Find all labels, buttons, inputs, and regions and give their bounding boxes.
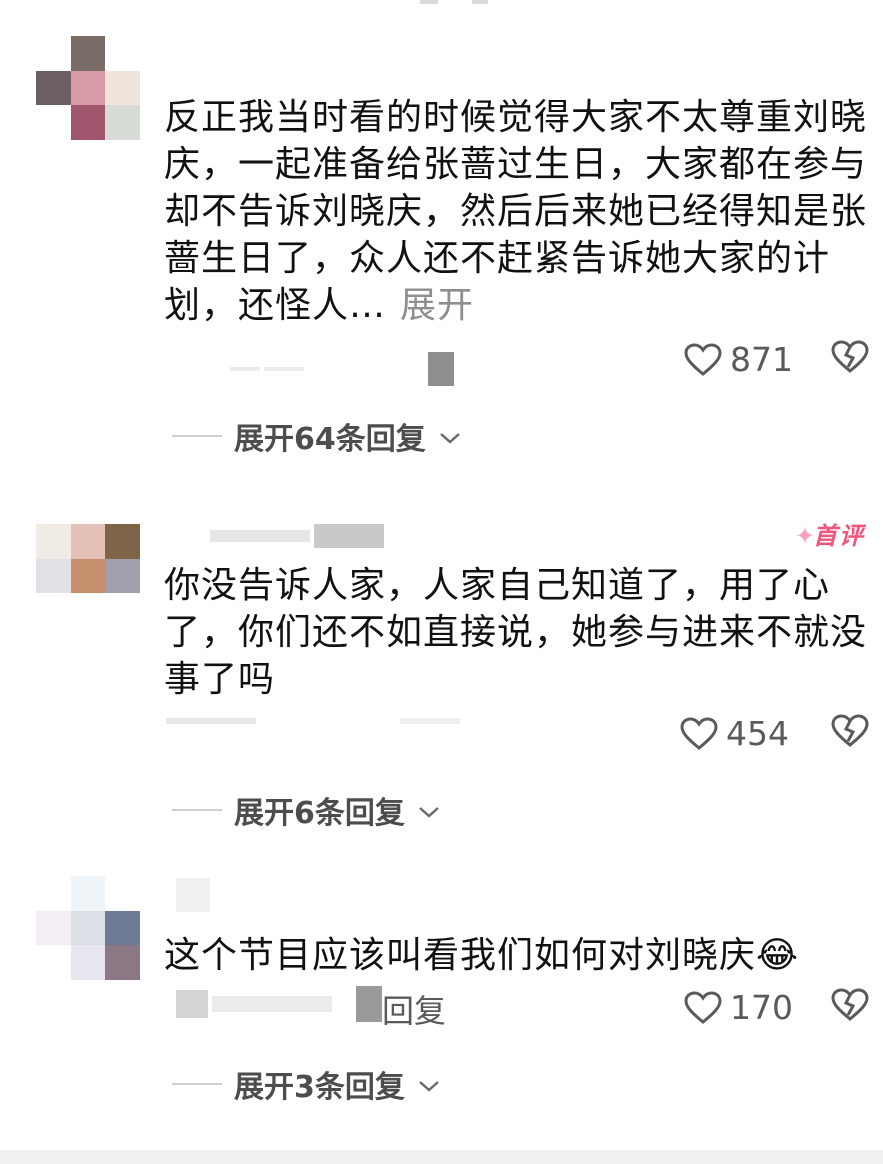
- heart-outline-icon: [684, 342, 722, 377]
- expand-replies-button[interactable]: 展开6条回复: [172, 788, 441, 832]
- avatar[interactable]: [36, 876, 140, 980]
- like-count: 454: [726, 714, 789, 753]
- divider-line: [172, 435, 222, 437]
- divider-line: [172, 809, 222, 811]
- broken-heart-icon: [831, 988, 869, 1022]
- broken-heart-icon: [831, 340, 869, 374]
- replies-label: 展开3条回复: [234, 1070, 405, 1105]
- dislike-button[interactable]: [831, 340, 869, 374]
- username-blurred: [176, 878, 210, 912]
- expand-link[interactable]: 展开: [400, 285, 474, 326]
- comment-meta-blurred: [176, 986, 382, 1022]
- heart-outline-icon: [684, 990, 722, 1025]
- cropped-top-edge: [420, 0, 490, 6]
- comment-body: 反正我当时看的时候觉得大家不太尊重刘晓庆，一起准备给张蔷过生日，大家都在参与却不…: [164, 97, 868, 326]
- comment-text: 你没告诉人家，人家自己知道了，用了心了，你们还不如直接说，她参与进来不就没事了吗: [164, 562, 874, 703]
- chevron-down-icon: [417, 793, 441, 828]
- dislike-button[interactable]: [831, 988, 869, 1022]
- divider-line: [172, 1083, 222, 1085]
- comment-meta-blurred: [230, 352, 454, 386]
- replies-label: 展开6条回复: [234, 796, 405, 831]
- broken-heart-icon: [831, 714, 869, 748]
- bottom-divider: [0, 1150, 883, 1164]
- expand-replies-button[interactable]: 展开64条回复: [172, 414, 462, 458]
- like-button[interactable]: 170: [684, 988, 793, 1027]
- reply-link[interactable]: 回复: [382, 986, 446, 1032]
- heart-outline-icon: [680, 716, 718, 751]
- comment-text: 反正我当时看的时候觉得大家不太尊重刘晓庆，一起准备给张蔷过生日，大家都在参与却不…: [164, 94, 874, 329]
- avatar[interactable]: [36, 524, 140, 628]
- badge-label: 首评: [813, 522, 865, 550]
- expand-replies-button[interactable]: 展开3条回复: [172, 1062, 441, 1106]
- like-button[interactable]: 871: [684, 340, 793, 379]
- like-button[interactable]: 454: [680, 714, 789, 753]
- first-comment-badge: ✦首评: [795, 516, 865, 551]
- chevron-down-icon: [438, 419, 462, 454]
- like-count: 871: [730, 340, 793, 379]
- dislike-button[interactable]: [831, 714, 869, 748]
- comment-body: 这个节目应该叫看我们如何对刘晓庆😂: [164, 935, 800, 976]
- comment-meta-blurred: [166, 718, 460, 724]
- comment-body: 你没告诉人家，人家自己知道了，用了心了，你们还不如直接说，她参与进来不就没事了吗: [164, 565, 868, 700]
- comment-text: 这个节目应该叫看我们如何对刘晓庆😂: [164, 932, 874, 979]
- replies-label: 展开64条回复: [234, 422, 426, 457]
- username-blurred: [210, 524, 384, 548]
- like-count: 170: [730, 988, 793, 1027]
- chevron-down-icon: [417, 1067, 441, 1102]
- avatar[interactable]: [36, 36, 140, 140]
